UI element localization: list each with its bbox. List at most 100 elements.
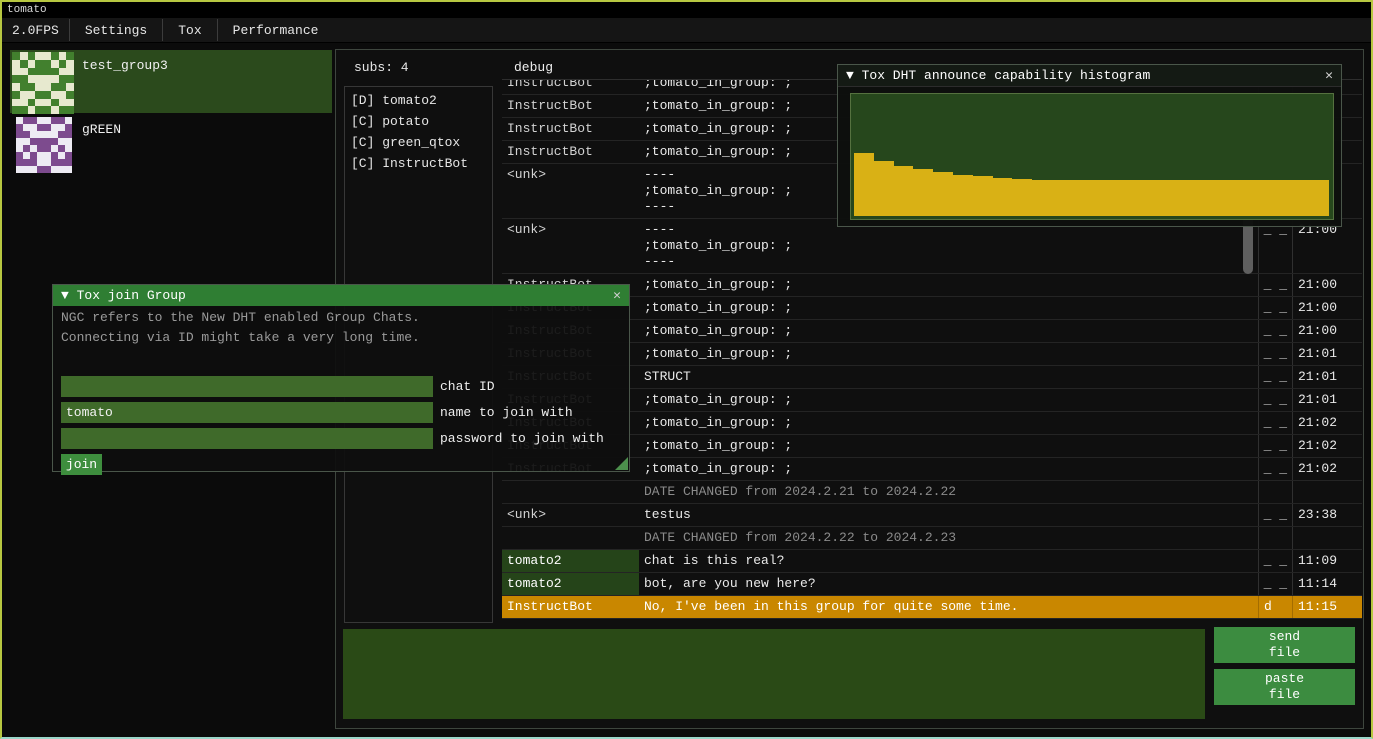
chat-message-text: ;tomato_in_group: ; — [639, 412, 1258, 434]
menu-performance[interactable]: Performance — [218, 23, 334, 38]
chat-message-row[interactable]: InstructBot;tomato_in_group: ;_ _21:01 — [502, 389, 1362, 412]
chat-timestamp: 11:09 — [1292, 550, 1362, 572]
chat-timestamp: 11:15 — [1292, 596, 1362, 618]
join-info-line1: NGC refers to the New DHT enabled Group … — [53, 306, 629, 326]
fps-counter: 2.0FPS — [2, 23, 69, 38]
close-icon[interactable]: ✕ — [1317, 68, 1333, 83]
member-item[interactable]: [C] potato — [345, 111, 492, 132]
subs-count-label: subs: 4 — [354, 60, 409, 75]
chat-delivery-flags: _ _ — [1258, 458, 1292, 480]
chat-message-text: No, I've been in this group for quite so… — [639, 596, 1258, 618]
join-button[interactable]: join — [61, 454, 102, 475]
histogram-bar — [1171, 180, 1191, 216]
chat-message-row[interactable]: tomato2chat is this real?_ _11:09 — [502, 550, 1362, 573]
chat-delivery-flags: _ _ — [1258, 573, 1292, 595]
join-info-line2: Connecting via ID might take a very long… — [53, 326, 629, 346]
histogram-bar — [894, 166, 914, 216]
os-window-title: tomato — [7, 4, 47, 16]
menu-settings[interactable]: Settings — [70, 23, 162, 38]
chat-system-row[interactable]: DATE CHANGED from 2024.2.21 to 2024.2.22 — [502, 481, 1362, 504]
chat-timestamp: 21:02 — [1292, 412, 1362, 434]
histogram-window-titlebar[interactable]: ▼ Tox DHT announce capability histogram … — [838, 65, 1341, 87]
chat-message-row[interactable]: InstructBotNo, I've been in this group f… — [502, 596, 1362, 619]
chat-message-text: ;tomato_in_group: ; — [639, 320, 1258, 342]
chat-message-row[interactable]: InstructBot;tomato_in_group: ;_ _21:01 — [502, 343, 1362, 366]
chat-timestamp: 21:02 — [1292, 458, 1362, 480]
paste-file-button[interactable]: paste file — [1214, 669, 1355, 705]
histogram-window[interactable]: ▼ Tox DHT announce capability histogram … — [837, 64, 1342, 227]
menu-tox[interactable]: Tox — [163, 23, 216, 38]
chat-timestamp: 21:00 — [1292, 274, 1362, 296]
chat-delivery-flags: _ _ — [1258, 297, 1292, 319]
chat-message-text: ;tomato_in_group: ; — [639, 389, 1258, 411]
histogram-bar — [1092, 180, 1112, 216]
chat-id-row: chat ID — [61, 376, 495, 397]
message-input[interactable] — [343, 629, 1205, 719]
chat-author: <unk> — [502, 504, 639, 526]
chat-message-row[interactable]: <unk>---- ;tomato_in_group: ; ----_ _21:… — [502, 219, 1362, 274]
chat-author — [502, 481, 639, 503]
histogram-bar — [953, 175, 973, 216]
join-window-title: ▼ Tox join Group — [61, 288, 605, 303]
chat-message-row[interactable]: InstructBot;tomato_in_group: ;_ _21:00 — [502, 297, 1362, 320]
join-name-label: name to join with — [433, 405, 573, 420]
chat-message-row[interactable]: InstructBotSTRUCT_ _21:01 — [502, 366, 1362, 389]
menubar: 2.0FPS Settings Tox Performance — [2, 18, 1371, 43]
chat-message-row[interactable]: <unk>testus_ _23:38 — [502, 504, 1362, 527]
chat-author — [502, 527, 639, 549]
member-item[interactable]: [D] tomato2 — [345, 90, 492, 111]
histogram-bar — [1032, 180, 1052, 216]
join-password-input[interactable] — [61, 428, 433, 449]
chat-timestamp: 21:02 — [1292, 435, 1362, 457]
histogram-bar — [1191, 180, 1211, 216]
join-password-label: password to join with — [433, 431, 604, 446]
chat-delivery-flags: _ _ — [1258, 343, 1292, 365]
chat-author: <unk> — [502, 164, 639, 218]
chat-message-text: ;tomato_in_group: ; — [639, 343, 1258, 365]
chat-delivery-flags: d — [1258, 596, 1292, 618]
chat-delivery-flags: _ _ — [1258, 389, 1292, 411]
group-avatar — [16, 117, 72, 173]
member-item[interactable]: [C] green_qtox — [345, 132, 492, 153]
chat-system-row[interactable]: DATE CHANGED from 2024.2.22 to 2024.2.23 — [502, 527, 1362, 550]
chat-message-row[interactable]: InstructBot;tomato_in_group: ;_ _21:02 — [502, 412, 1362, 435]
join-group-window[interactable]: ▼ Tox join Group ✕ NGC refers to the New… — [52, 284, 630, 472]
chat-delivery-flags: _ _ — [1258, 435, 1292, 457]
chat-delivery-flags: _ _ — [1258, 219, 1292, 273]
chat-message-row[interactable]: InstructBot;tomato_in_group: ;_ _21:02 — [502, 435, 1362, 458]
histogram-bar — [1309, 180, 1329, 216]
chat-message-text: bot, are you new here? — [639, 573, 1258, 595]
chat-message-row[interactable]: InstructBot;tomato_in_group: ;_ _21:02 — [502, 458, 1362, 481]
chat-author: InstructBot — [502, 95, 639, 117]
chat-message-text: DATE CHANGED from 2024.2.22 to 2024.2.23 — [639, 527, 1258, 549]
chat-delivery-flags: _ _ — [1258, 504, 1292, 526]
roster-item-green[interactable]: gREEN — [10, 114, 332, 176]
histogram-bar — [913, 169, 933, 216]
histogram-bar — [854, 153, 874, 216]
tab-debug[interactable]: debug — [514, 60, 553, 75]
chat-message-text: ;tomato_in_group: ; — [639, 297, 1258, 319]
chat-author: InstructBot — [502, 596, 639, 618]
histogram-bar — [973, 176, 993, 216]
histogram-bar — [874, 161, 894, 216]
histogram-bar — [933, 172, 953, 216]
join-window-titlebar[interactable]: ▼ Tox join Group ✕ — [53, 285, 629, 306]
chat-message-row[interactable]: tomato2bot, are you new here?_ _11:14 — [502, 573, 1362, 596]
chat-message-row[interactable]: InstructBot;tomato_in_group: ;_ _21:00 — [502, 320, 1362, 343]
chat-author: InstructBot — [502, 118, 639, 140]
send-file-button[interactable]: send file — [1214, 627, 1355, 663]
os-titlebar[interactable]: tomato — [2, 2, 1371, 18]
chat-timestamp: 21:00 — [1292, 297, 1362, 319]
chat-id-input[interactable] — [61, 376, 433, 397]
histogram-bar — [1230, 180, 1250, 216]
roster-item-test-group3[interactable]: test_group3 — [10, 50, 332, 113]
chat-timestamp — [1292, 481, 1362, 503]
chat-id-label: chat ID — [433, 379, 495, 394]
close-icon[interactable]: ✕ — [605, 288, 621, 303]
resize-grip-icon[interactable] — [615, 457, 628, 470]
chat-message-text: STRUCT — [639, 366, 1258, 388]
chat-message-row[interactable]: InstructBot;tomato_in_group: ;_ _21:00 — [502, 274, 1362, 297]
member-item[interactable]: [C] InstructBot — [345, 153, 492, 174]
chat-author: <unk> — [502, 219, 639, 273]
join-name-input[interactable] — [61, 402, 433, 423]
